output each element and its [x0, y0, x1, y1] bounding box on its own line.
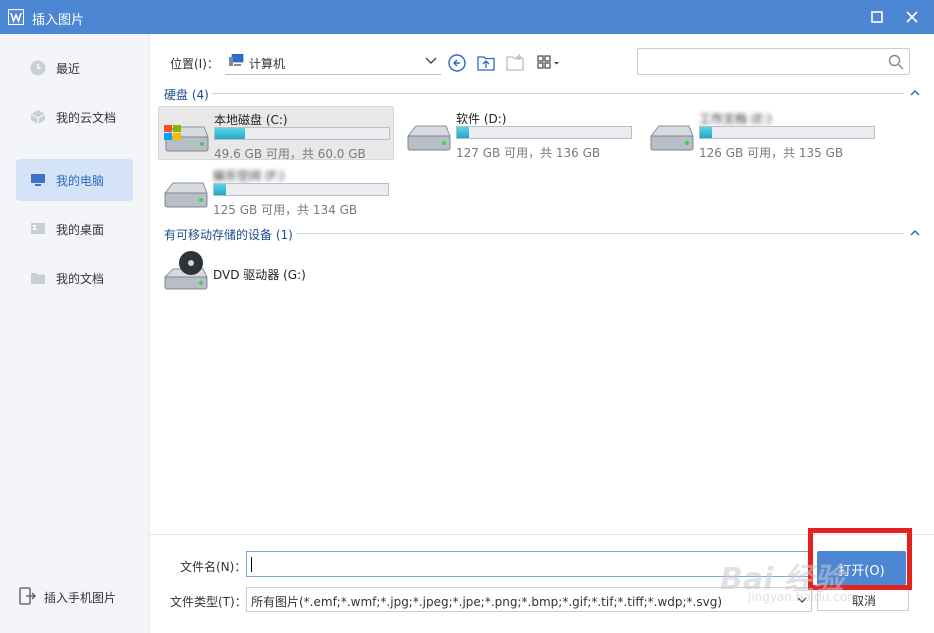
- drive-usage-fill: [700, 127, 713, 138]
- computer-icon: [229, 54, 244, 66]
- window-title: 插入图片: [32, 13, 85, 28]
- back-icon[interactable]: [447, 53, 467, 73]
- location-value: 计算机: [249, 57, 286, 71]
- drive-free-space: 125 GB 可用，共 134 GB: [213, 203, 358, 217]
- dvd-drive-icon: [163, 251, 208, 290]
- watermark: Bai 经验 jingyan.baidu.com: [718, 536, 888, 614]
- filetype-value: 所有图片(*.emf;*.wmf;*.jpg;*.jpeg;*.jpe;*.pn…: [251, 595, 723, 609]
- sidebar-item-label: 我的云文档: [56, 111, 117, 125]
- windows-drive-icon: [164, 125, 209, 152]
- drive-name: 软件 (D:): [456, 112, 507, 126]
- insert-phone-image-label: 插入手机图片: [44, 591, 117, 605]
- drive-usage-fill: [215, 128, 245, 139]
- sidebar: 最近 我的云文档 我的电脑 我的桌面 我的文档 插入手机图片: [0, 34, 150, 633]
- section-divider: [212, 93, 904, 94]
- drive-name: 娱乐空间 (F:): [213, 169, 285, 183]
- drive-usage-bar: [213, 183, 389, 196]
- chevron-down-icon: [425, 57, 437, 64]
- title-bar: 插入图片: [0, 0, 934, 34]
- drive-usage-fill: [214, 184, 227, 195]
- drive-free-space: 127 GB 可用，共 136 GB: [456, 146, 601, 160]
- search-input[interactable]: [637, 48, 910, 75]
- drive-free-space: 126 GB 可用，共 135 GB: [699, 146, 844, 160]
- sidebar-item-label: 最近: [56, 62, 81, 76]
- drive-usage-bar: [456, 126, 632, 139]
- view-mode-icon[interactable]: [536, 53, 564, 73]
- hard-drive-icon: [406, 125, 451, 151]
- drive-f[interactable]: 娱乐空间 (F:) 125 GB 可用，共 134 GB: [158, 163, 394, 217]
- sidebar-item-label: 我的桌面: [56, 223, 105, 237]
- new-folder-icon[interactable]: [505, 53, 525, 73]
- location-dropdown[interactable]: 计算机: [225, 49, 441, 75]
- section-removable: 有可移动存储的设备 (1): [164, 228, 293, 242]
- insert-phone-image-button[interactable]: 插入手机图片: [16, 584, 146, 608]
- wps-logo-icon: [8, 9, 24, 25]
- location-label: 位置(I)：: [170, 57, 219, 71]
- filetype-label: 文件类型(T)：: [170, 595, 247, 609]
- drive-name: 工作文档 (E:): [699, 112, 772, 126]
- cloud-doc-icon: [30, 110, 46, 124]
- sidebar-item-label: 我的文档: [56, 272, 105, 286]
- drive-d[interactable]: 软件 (D:) 127 GB 可用，共 136 GB: [401, 106, 637, 160]
- sidebar-item-recent[interactable]: 最近: [16, 47, 133, 89]
- sidebar-item-label: 我的电脑: [56, 174, 105, 188]
- chevron-up-icon[interactable]: [910, 89, 920, 97]
- drive-usage-fill: [457, 127, 470, 138]
- drive-usage-bar: [214, 127, 390, 140]
- maximize-icon[interactable]: [868, 8, 886, 26]
- drive-e[interactable]: 工作文档 (E:) 126 GB 可用，共 135 GB: [644, 106, 880, 160]
- sidebar-item-desktop[interactable]: 我的桌面: [16, 208, 133, 250]
- close-icon[interactable]: [903, 8, 921, 26]
- sidebar-item-documents[interactable]: 我的文档: [16, 257, 133, 299]
- watermark-url: jingyan.baidu.com: [748, 590, 859, 604]
- section-divider: [296, 233, 904, 234]
- sidebar-item-cloud-docs[interactable]: 我的云文档: [16, 96, 133, 138]
- drive-dvd[interactable]: DVD 驱动器 (G:): [158, 245, 394, 297]
- sidebar-item-my-computer[interactable]: 我的电脑: [16, 159, 133, 201]
- hard-drive-icon: [163, 182, 208, 208]
- up-folder-icon[interactable]: [476, 53, 496, 73]
- monitor-icon: [31, 174, 45, 186]
- drive-usage-bar: [699, 126, 875, 139]
- text-caret: [251, 557, 252, 572]
- hard-drive-icon: [649, 125, 694, 151]
- filename-label: 文件名(N)：: [180, 560, 247, 574]
- drive-name: DVD 驱动器 (G:): [213, 268, 306, 282]
- phone-import-icon: [19, 587, 36, 605]
- chevron-up-icon[interactable]: [910, 229, 920, 237]
- clock-icon: [30, 60, 46, 76]
- drive-free-space: 49.6 GB 可用，共 60.0 GB: [214, 147, 366, 161]
- drive-name: 本地磁盘 (C:): [214, 113, 288, 127]
- desktop-icon: [31, 223, 45, 234]
- search-icon: [888, 54, 904, 70]
- drive-c[interactable]: 本地磁盘 (C:) 49.6 GB 可用，共 60.0 GB: [158, 106, 394, 161]
- section-hard-drives: 硬盘 (4): [164, 88, 209, 102]
- folder-icon: [31, 273, 45, 284]
